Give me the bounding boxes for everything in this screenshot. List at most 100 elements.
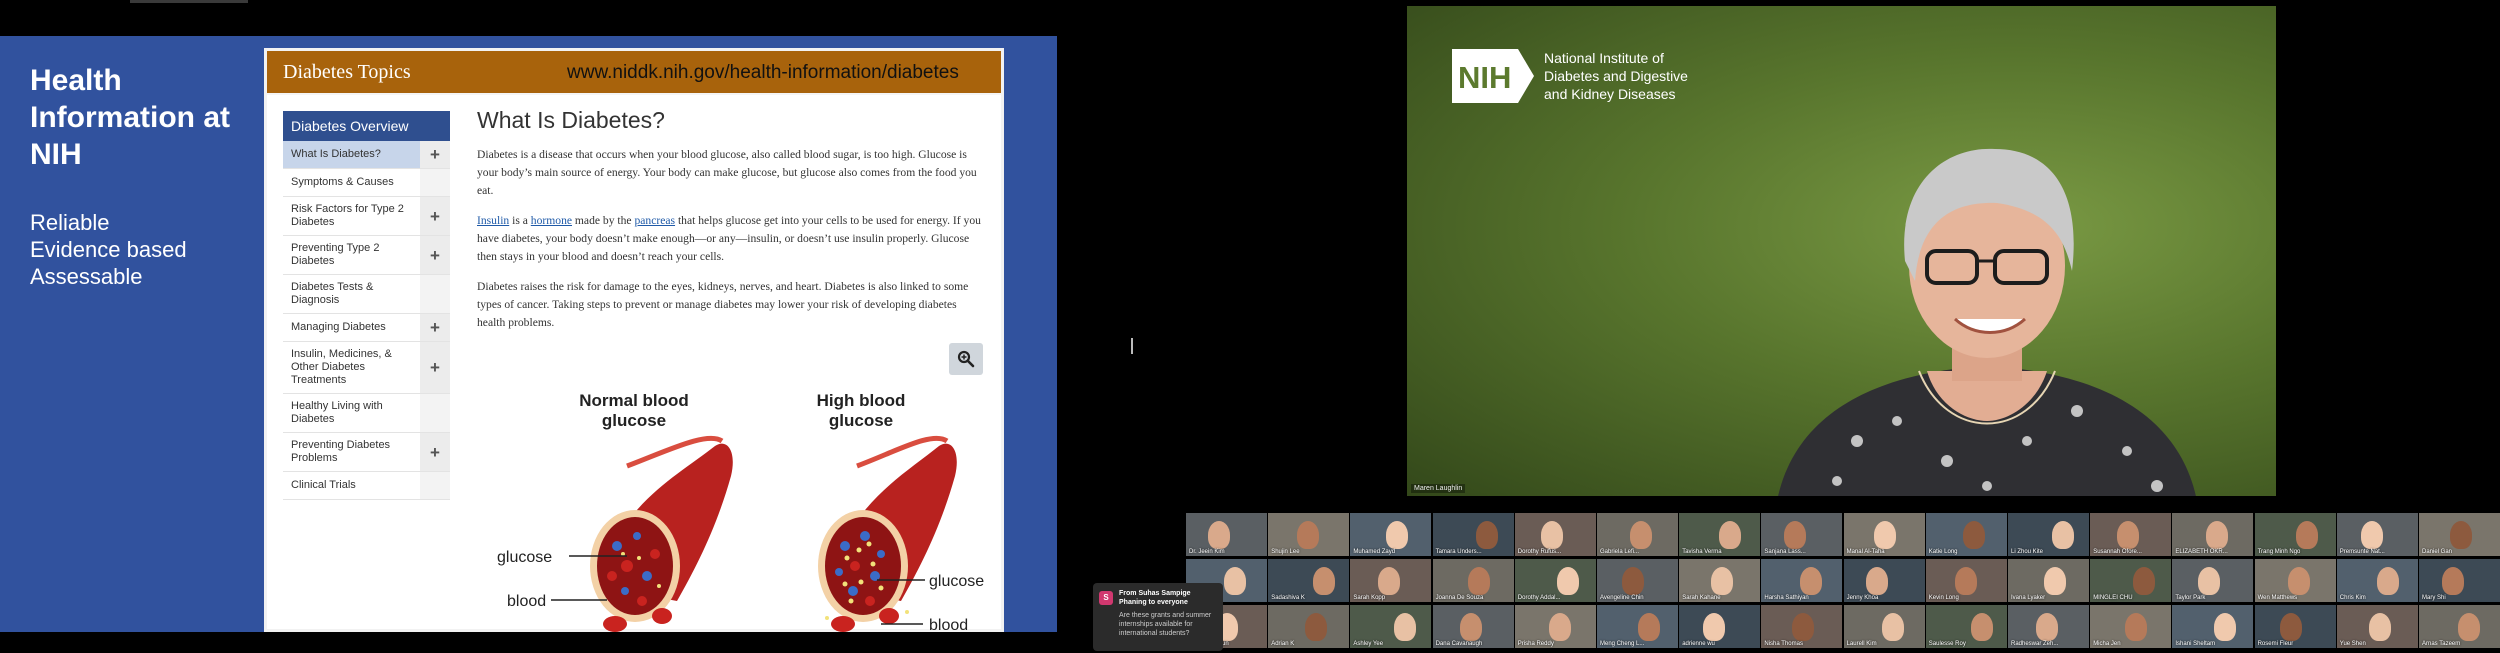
participant-tile[interactable]: Rosemi Fleur: [2254, 605, 2336, 648]
participant-tile[interactable]: Prisha Reddy: [1514, 605, 1596, 648]
participant-tile[interactable]: Susannah Ofore...: [2090, 513, 2172, 556]
participant-tile[interactable]: Taylor Park: [2172, 559, 2254, 602]
participant-tile[interactable]: Harsha Sathiyan: [1761, 559, 1843, 602]
expand-plus-icon[interactable]: +: [420, 141, 450, 168]
zoom-image-button[interactable]: [949, 343, 983, 375]
nav-heading[interactable]: Diabetes Overview: [283, 111, 450, 141]
participant-tile[interactable]: Manal Al-Taha: [1843, 513, 1925, 556]
participant-tile[interactable]: Nisha Thomas: [1761, 605, 1843, 648]
participant-tile[interactable]: Adrian K: [1268, 605, 1350, 648]
expand-plus-icon[interactable]: +: [420, 197, 450, 235]
participant-name: Ishani Sheltam: [2175, 641, 2216, 647]
participant-tile[interactable]: MINGLEI CHU: [2090, 559, 2172, 602]
participant-tile[interactable]: Premsunte Nat...: [2336, 513, 2418, 556]
participant-name: Arnas Tazeem: [2422, 641, 2461, 647]
participant-tile[interactable]: ELIZABETH OKR...: [2172, 513, 2254, 556]
participant-tile[interactable]: Sadashiva K: [1268, 559, 1350, 602]
participant-face: [1540, 521, 1563, 549]
participant-tile[interactable]: Dorothy Addal...: [1514, 559, 1596, 602]
participant-tile[interactable]: Tamara Unders...: [1432, 513, 1514, 556]
participant-tile[interactable]: Meng Cheng L...: [1597, 605, 1678, 648]
high-blood-glucose-label: High blood: [817, 391, 906, 410]
participant-tile[interactable]: Li Zhou Kite: [2008, 513, 2089, 556]
participant-name: Dana Cavanaugh: [1435, 641, 1483, 647]
participant-face: [1467, 567, 1490, 595]
participant-tile[interactable]: Sanjana Lass...: [1761, 513, 1843, 556]
participant-name: Rosemi Fleur: [2257, 641, 2294, 647]
participant-tile[interactable]: Gabriela Lefi...: [1597, 513, 1678, 556]
participant-tile[interactable]: Dana Cavanaugh: [1432, 605, 1514, 648]
participant-tile[interactable]: Micha Jen: [2090, 605, 2172, 648]
participant-face: [2214, 613, 2237, 641]
nav-item[interactable]: Clinical Trials: [283, 472, 450, 500]
participant-tile[interactable]: Arnas Tazeem: [2419, 605, 2500, 648]
participant-tile[interactable]: Joanna De Souza: [1432, 559, 1514, 602]
participant-face: [2450, 521, 2472, 549]
expand-plus-icon[interactable]: +: [420, 314, 450, 341]
participant-face: [2376, 567, 2399, 595]
hormone-link[interactable]: hormone: [531, 214, 572, 227]
nav-item[interactable]: Preventing Diabetes Problems +: [283, 433, 450, 472]
participant-name: Ivana Lyaker: [2011, 595, 2046, 601]
participant-tile[interactable]: Jenny Khoa: [1843, 559, 1925, 602]
nav-item[interactable]: Risk Factors for Type 2 Diabetes +: [283, 197, 450, 236]
nav-item[interactable]: Diabetes Tests & Diagnosis: [283, 275, 450, 314]
participant-name: Susannah Ofore...: [2093, 549, 2142, 555]
participant-tile[interactable]: Shujin Lee: [1268, 513, 1350, 556]
participant-face: [1378, 567, 1401, 595]
participant-tile[interactable]: adrienne wu: [1679, 605, 1761, 648]
participant-tile[interactable]: Dorothy Rufus...: [1514, 513, 1596, 556]
normal-blood-glucose-label: glucose: [602, 411, 666, 430]
participant-face: [1313, 567, 1336, 595]
participant-face: [1970, 613, 1993, 641]
expand-plus-icon[interactable]: +: [420, 236, 450, 274]
participant-tile[interactable]: Mary Shi: [2419, 559, 2500, 602]
participant-tile[interactable]: Tavisha Verma: [1679, 513, 1761, 556]
participant-tile[interactable]: Sarah Kahane: [1679, 559, 1761, 602]
participant-face: [2206, 521, 2229, 549]
blood-glucose-diagram: Normal blood glucose High blood glucose: [477, 386, 987, 632]
pancreas-link[interactable]: pancreas: [634, 214, 675, 227]
nav-item[interactable]: Insulin, Medicines, & Other Diabetes Tre…: [283, 342, 450, 394]
diabetes-topics-title: Diabetes Topics: [283, 61, 411, 83]
participant-tile[interactable]: Laurell Kim: [1843, 605, 1925, 648]
participant-tile[interactable]: Sarah Kopp: [1350, 559, 1432, 602]
chat-notification[interactable]: S From Suhas Sampige Phaning to everyone…: [1093, 583, 1223, 651]
participant-tile[interactable]: Ivana Lyaker: [2008, 559, 2089, 602]
nav-item[interactable]: Managing Diabetes +: [283, 314, 450, 342]
high-blood-vessel: [818, 435, 957, 632]
nav-item[interactable]: What Is Diabetes? +: [283, 141, 450, 169]
magnifier-icon: [957, 350, 975, 368]
participant-tile[interactable]: Ashley Yee: [1350, 605, 1432, 648]
participant-name: Trang Minh Ngo: [2257, 549, 2301, 555]
participant-name: Muhamed Zayd: [1353, 549, 1396, 555]
participant-tile[interactable]: Kevin Long: [1925, 559, 2007, 602]
participant-tile[interactable]: Radheswar Zeh...: [2008, 605, 2089, 648]
participant-tile[interactable]: Chris Kim: [2336, 559, 2418, 602]
window-tab[interactable]: [130, 0, 248, 3]
speaker-video[interactable]: NIH National Institute of Diabetes and D…: [1407, 6, 2276, 496]
participant-tile[interactable]: Muhamed Zayd: [1350, 513, 1432, 556]
insulin-link[interactable]: Insulin: [477, 214, 509, 227]
expand-plus-icon[interactable]: +: [420, 342, 450, 393]
participant-tile[interactable]: Trang Minh Ngo: [2254, 513, 2336, 556]
participant-tile[interactable]: Katie Long: [1925, 513, 2007, 556]
participant-tile[interactable]: Saulesse Roy: [1925, 605, 2007, 648]
participant-tile[interactable]: Yue Shen: [2336, 605, 2418, 648]
participant-face: [1386, 521, 1409, 549]
nav-item[interactable]: Symptoms & Causes: [283, 169, 450, 197]
participant-tile[interactable]: Daniel Gan: [2419, 513, 2500, 556]
participant-face: [1305, 613, 1328, 641]
participant-tile[interactable]: Dr. Jeein Kim: [1186, 513, 1267, 556]
participant-tile[interactable]: Avengeline Chin: [1597, 559, 1678, 602]
nav-item-spacer: [420, 394, 450, 432]
participant-face: [1711, 567, 1734, 595]
participant-name: Tamara Unders...: [1435, 549, 1482, 555]
participant-tile[interactable]: Ishani Sheltam: [2172, 605, 2254, 648]
nav-item[interactable]: Healthy Living with Diabetes: [283, 394, 450, 433]
participant-tile[interactable]: Wen Matthews: [2254, 559, 2336, 602]
nav-item[interactable]: Preventing Type 2 Diabetes +: [283, 236, 450, 275]
speaker-person: [1778, 148, 2196, 496]
expand-plus-icon[interactable]: +: [420, 433, 450, 471]
participant-face: [1638, 613, 1660, 641]
